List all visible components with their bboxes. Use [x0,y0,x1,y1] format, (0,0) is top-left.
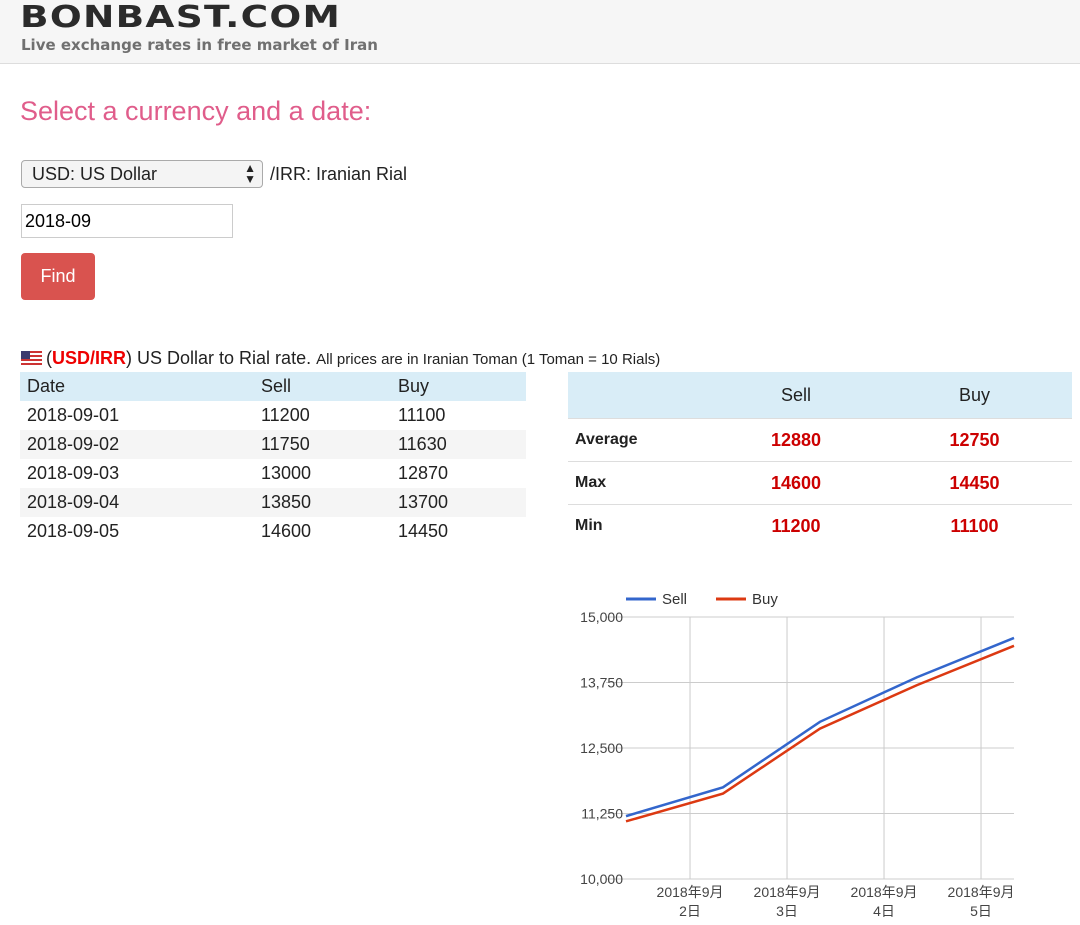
stats-row: Max 14600 14450 [568,461,1072,505]
legend-label: Buy [752,591,778,608]
table-cell: 11630 [391,430,526,459]
rate-caption: (USD/IRR) US Dollar to Rial rate. All pr… [21,348,660,369]
stats-value: 14450 [877,461,1072,505]
table-row: 2018-09-04 13850 13700 [20,488,526,517]
stats-label: Max [568,461,715,505]
table-cell: 2018-09-01 [27,405,120,425]
table-row: 2018-09-01 11200 11100 [20,401,526,430]
stats-value: 12750 [877,418,1072,462]
col-date: Date [20,372,254,401]
select-arrows-icon: ▲ ▼ [244,161,256,186]
series-line-sell [625,636,1015,818]
y-tick-label: 11,250 [581,806,623,822]
page-title: Select a currency and a date: [20,96,372,126]
y-tick-label: 12,500 [580,740,623,756]
table-cell: 13000 [261,463,312,483]
y-tick-label: 10,000 [580,871,623,887]
stats-label: Average [568,418,715,462]
stats-row: Min 11200 11100 [568,504,1072,547]
x-tick-label: 2日 [679,903,701,919]
tagline: Live exchange rates in free market of Ir… [21,36,378,54]
stats-label: Min [568,504,715,547]
table-cell: 14450 [398,521,449,541]
stats-value: 12880 [715,418,877,462]
table-cell: 11200 [261,405,310,425]
pair-suffix: /IRR: Iranian Rial [270,164,408,184]
table-cell: 2018-09-05 [27,521,120,541]
stats-col-buy: Buy [877,372,1072,419]
caption-text: US Dollar to Rial rate. [132,348,317,368]
rates-table: Date Sell Buy 2018-09-01 11200 11100 2018-09-… [20,372,526,546]
table-cell: 11100 [398,405,446,425]
table-cell: 2018-09-02 [20,430,254,459]
logo[interactable]: BONBAST.COM [20,0,341,35]
table-row: 2018-09-02 11750 11630 [20,430,526,459]
col-sell: Sell [254,372,391,401]
find-button[interactable]: Find [21,253,95,300]
table-cell: 13850 [254,488,391,517]
caption-note: All prices are in Iranian Toman (1 Toman… [316,351,661,368]
date-input[interactable] [21,204,233,238]
stats-col-label [568,372,715,419]
us-flag-icon [21,351,42,365]
table-cell: 2018-09-04 [20,488,254,517]
currency-select[interactable]: USD: US Dollar ▲ ▼ [21,160,263,188]
table-cell: 2018-09-03 [27,463,120,483]
rate-chart: 10,000 11,250 12,500 13,750 15,000 2018年9月 2日 2… [580,591,1015,919]
table-cell: 11750 [254,430,391,459]
currency-select-value: USD: US Dollar [32,164,158,184]
stats-value: 14600 [715,461,877,505]
table-cell: 12870 [398,463,449,483]
table-cell: 13700 [391,488,526,517]
table-row: 2018-09-05 14600 14450 [20,517,526,546]
legend-label: Sell [662,591,687,608]
x-tick-label: 2018年9月 [754,884,821,900]
x-tick-label: 2018年9月 [851,884,918,900]
x-tick-label: 2018年9月 [657,884,724,900]
stats-col-sell: Sell [715,372,877,419]
series-line-buy [625,644,1015,823]
col-buy: Buy [391,372,526,401]
stats-value: 11100 [877,504,1072,547]
stats-row: Average 12880 12750 [568,418,1072,462]
stats-table: Sell Buy Average 12880 12750 Max 14600 14450 Mi… [568,372,1072,547]
x-tick-label: 3日 [776,903,798,919]
x-tick-label: 4日 [873,903,895,919]
y-tick-label: 13,750 [580,675,623,691]
table-cell: 14600 [261,521,312,541]
pair-code: USD/IRR [52,348,127,368]
table-row: 2018-09-03 13000 12870 [20,459,526,488]
site-header: BONBAST.COM Live exchange rates in free … [0,0,1080,64]
y-tick-label: 15,000 [580,609,623,625]
x-tick-label: 2018年9月 [948,884,1015,900]
x-tick-label: 5日 [970,903,992,919]
stats-value: 11200 [715,504,877,547]
